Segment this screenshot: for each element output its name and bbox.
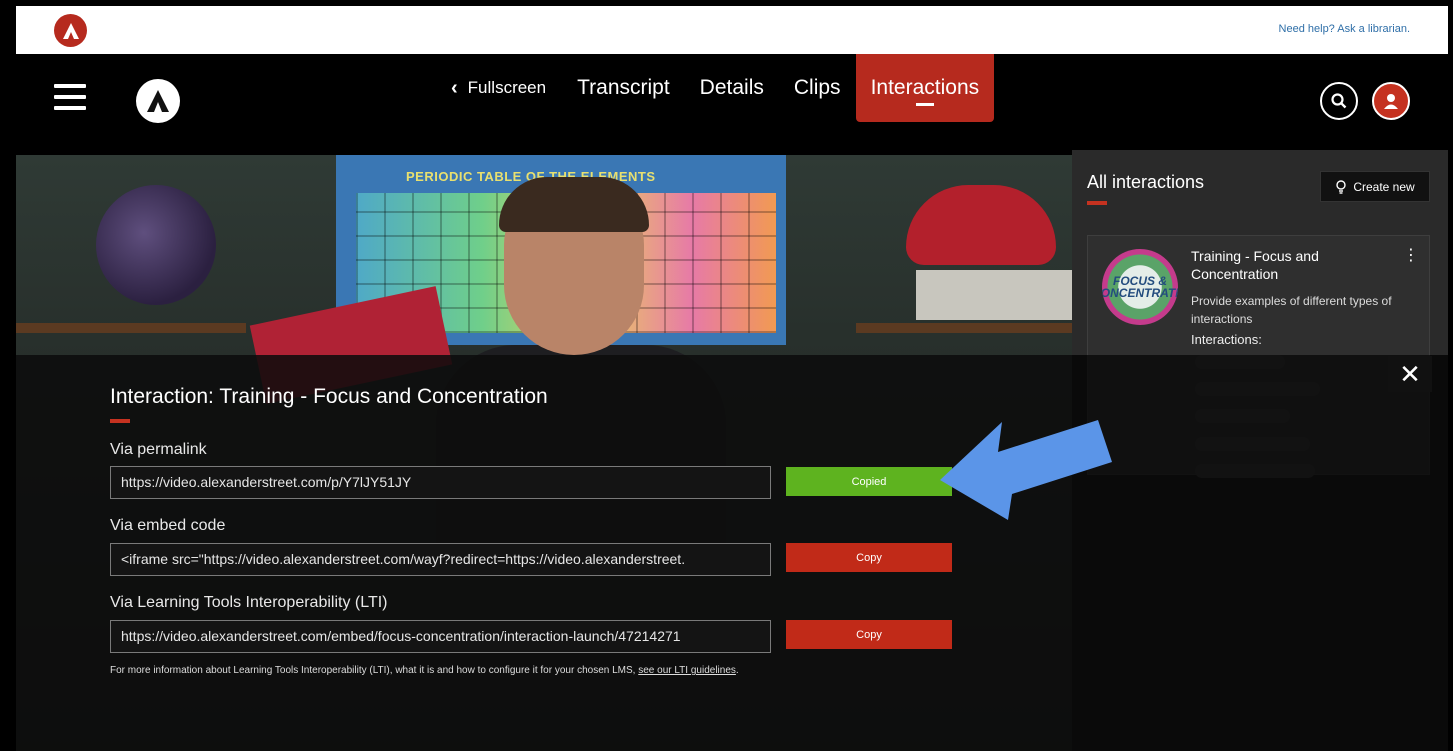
user-icon	[1384, 94, 1398, 109]
help-link[interactable]: Need help? Ask a librarian.	[1279, 23, 1410, 35]
close-icon: ✕	[1399, 358, 1421, 389]
interactions-label: Interactions:	[1191, 332, 1262, 347]
permalink-copied-button[interactable]: Copied	[786, 467, 952, 496]
interaction-thumbnail: FOCUS & CONCENTRATIO	[1102, 249, 1178, 325]
thumbnail-text: FOCUS & CONCENTRATIO	[1102, 274, 1178, 300]
books-image	[916, 270, 1072, 320]
tab-label: Interactions	[870, 76, 980, 99]
search-button[interactable]	[1320, 82, 1358, 120]
shelf	[856, 323, 1072, 333]
search-icon	[1331, 93, 1347, 109]
lightbulb-icon	[1336, 179, 1347, 194]
create-new-button[interactable]: Create new	[1320, 171, 1430, 202]
embed-copy-button[interactable]: Copy	[786, 543, 952, 572]
brand-logo-icon[interactable]	[136, 79, 180, 123]
menu-icon[interactable]	[54, 84, 86, 110]
interaction-card-description: Provide examples of different types of i…	[1191, 294, 1392, 326]
tab-clips[interactable]: Clips	[779, 54, 856, 122]
user-account-button[interactable]	[1372, 82, 1410, 120]
tab-bar: ‹ Fullscreen Transcript Details Clips In…	[436, 54, 995, 122]
lti-label: Via Learning Tools Interoperability (LTI…	[110, 594, 388, 611]
tab-interactions[interactable]: Interactions	[855, 54, 995, 122]
embed-code-field[interactable]: <iframe src="https://video.alexanderstre…	[110, 543, 771, 576]
tab-fullscreen[interactable]: ‹ Fullscreen	[436, 54, 562, 122]
lti-field[interactable]: https://video.alexanderstreet.com/embed/…	[110, 620, 771, 653]
shelf	[16, 323, 246, 333]
tab-details[interactable]: Details	[685, 54, 779, 122]
tab-label: Clips	[793, 76, 841, 99]
helmet-image	[906, 185, 1056, 265]
nav-bar: ‹ Fullscreen Transcript Details Clips In…	[16, 54, 1448, 150]
permalink-label: Via permalink	[110, 441, 207, 458]
close-button[interactable]: ✕	[1388, 356, 1432, 392]
logo-icon[interactable]	[54, 14, 87, 47]
more-options-icon[interactable]: ⋮	[1403, 245, 1419, 265]
create-new-label: Create new	[1353, 179, 1415, 194]
sidebar-title: All interactions	[1087, 172, 1205, 192]
lti-guidelines-link[interactable]: see our LTI guidelines	[638, 665, 736, 676]
modal-title: Interaction: Training - Focus and Concen…	[110, 385, 548, 408]
interaction-card-title[interactable]: Training - Focus and Concentration	[1191, 247, 1391, 283]
globe-image	[96, 185, 216, 305]
top-bar: Need help? Ask a librarian.	[16, 6, 1448, 54]
tab-label: Transcript	[577, 76, 670, 99]
lti-footnote: For more information about Learning Tool…	[110, 662, 770, 679]
embed-code-label: Via embed code	[110, 517, 226, 534]
tab-label: Details	[699, 76, 764, 99]
footnote-end: .	[735, 665, 739, 676]
footnote-text: For more information about Learning Tool…	[110, 665, 636, 676]
lti-copy-button[interactable]: Copy	[786, 620, 952, 649]
permalink-field[interactable]: https://video.alexanderstreet.com/p/Y7lJ…	[110, 466, 771, 499]
presenter-hair	[499, 177, 649, 232]
tab-transcript[interactable]: Transcript	[562, 54, 685, 122]
annotation-arrow-icon	[940, 420, 1112, 520]
modal-title-underline	[110, 419, 130, 423]
sidebar-title-underline	[1087, 201, 1107, 205]
chevron-left-icon: ‹	[451, 76, 458, 99]
tab-label: Fullscreen	[467, 78, 547, 97]
